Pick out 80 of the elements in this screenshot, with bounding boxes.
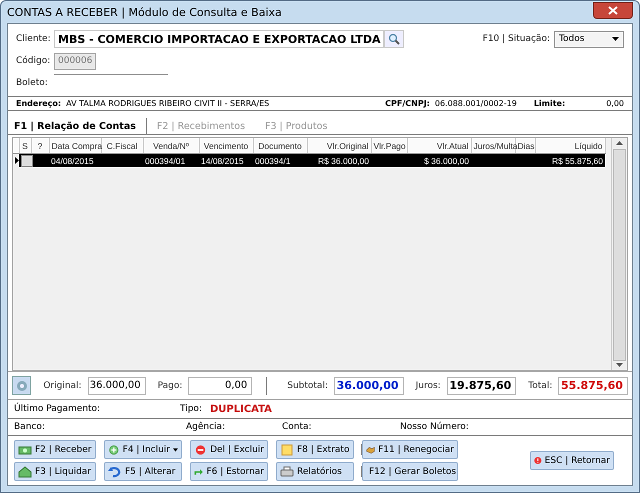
table-cell: 000394/1 xyxy=(255,156,290,166)
plus-icon xyxy=(108,444,120,456)
table-cell: 14/08/2015 xyxy=(201,156,244,166)
disc-icon xyxy=(16,380,28,392)
column-header[interactable]: Vlr.Original xyxy=(307,138,371,154)
close-icon xyxy=(608,6,618,14)
client-label: Cliente: xyxy=(16,34,52,44)
printer-icon xyxy=(280,466,294,478)
tab[interactable]: F1 | Relação de Contas xyxy=(12,118,147,134)
column-header[interactable]: Data Compra xyxy=(49,138,101,154)
last-payment-label: Último Pagamento: xyxy=(14,404,102,414)
column-header[interactable]: ? xyxy=(31,138,49,154)
table-cell: R$ 55.875,60 xyxy=(552,156,603,166)
boleto-label: Boleto: xyxy=(16,78,49,88)
column-header[interactable]: Venda/Nº xyxy=(143,138,199,154)
cpf-value: 06.088.001/0002-19 xyxy=(434,99,517,108)
caret-icon xyxy=(612,37,619,41)
column-header[interactable]: Vlr.Atual xyxy=(407,138,471,154)
caret-icon[interactable] xyxy=(173,448,178,452)
action-button[interactable]: Relatórios xyxy=(276,462,354,481)
action-button[interactable]: F4 | Incluir xyxy=(104,440,182,459)
client-field[interactable]: MBS - COMERCIO IMPORTACAO E EXPORTACAO LTDA xyxy=(54,30,384,48)
column-header[interactable]: C.Fiscal xyxy=(101,138,143,154)
account-label: Conta: xyxy=(282,422,313,432)
total-label: Total: xyxy=(528,380,552,390)
paid-field[interactable]: 0,00 xyxy=(188,376,252,394)
search-button[interactable] xyxy=(384,30,404,48)
limit-value: 0,00 xyxy=(606,99,624,108)
action-button[interactable]: F8 | Extrato xyxy=(276,440,354,459)
interest-label: Juros: xyxy=(416,380,441,390)
scroll-up-icon[interactable] xyxy=(616,141,623,145)
subtotal-label: Subtotal: xyxy=(287,380,328,390)
address-value: AV TALMA RODRIGUES RIBEIRO CIVIT II - SERRA/ES xyxy=(66,99,270,108)
type-label: Tipo: xyxy=(180,404,202,414)
table-cell: R$ 36.000,00 xyxy=(318,156,369,166)
undo-icon xyxy=(108,466,122,478)
row-checkbox[interactable] xyxy=(21,154,33,166)
scroll-down-icon[interactable] xyxy=(616,363,623,367)
row-pointer-icon xyxy=(15,156,19,164)
minus-icon xyxy=(194,444,208,456)
column-header[interactable]: Documento xyxy=(253,138,307,154)
column-header[interactable]: Vlr.Pago xyxy=(371,138,407,154)
action-button[interactable]: Del | Excluir xyxy=(190,440,268,459)
window-title: CONTAS A RECEBER | Módulo de Consulta e Baixa xyxy=(7,6,283,18)
table-cell: 04/08/2015 xyxy=(51,156,94,166)
column-header[interactable]: Vencimento xyxy=(199,138,253,154)
action-button[interactable]: F5 | Alterar xyxy=(104,462,182,481)
close-button[interactable] xyxy=(593,2,633,18)
table-cell: 000394/01 xyxy=(145,156,186,166)
status-dropdown[interactable]: Todos xyxy=(554,30,624,48)
bank-label: Banco: xyxy=(14,422,46,432)
action-button[interactable]: F6 | Estornar xyxy=(190,462,268,481)
status-label: F10 | Situação: xyxy=(482,34,550,44)
our-number-label: Nosso Número: xyxy=(400,422,469,432)
original-label: Original: xyxy=(43,380,82,390)
type-value: DUPLICATA xyxy=(210,404,272,414)
code-field[interactable]: 000006 xyxy=(54,52,96,70)
action-button[interactable]: F2 | Receber xyxy=(14,440,96,459)
code-label: Código: xyxy=(16,56,52,66)
column-header[interactable]: Juros/Multa xyxy=(471,138,515,154)
action-button[interactable]: F12 | Gerar Boletos xyxy=(362,462,458,481)
cpf-label: CPF/CNPJ: xyxy=(385,99,430,108)
action-button[interactable]: F11 | Renegociar xyxy=(362,440,458,459)
limit-label: Limite: xyxy=(534,99,566,108)
scrollbar[interactable] xyxy=(611,138,627,370)
alert-icon xyxy=(534,454,542,467)
total-field: 55.875,60 xyxy=(558,376,628,394)
table-cell: $ 36.000,00 xyxy=(424,156,469,166)
exit-button[interactable]: ESC | Retornar xyxy=(530,451,614,470)
action-button[interactable]: F3 | Liquidar xyxy=(14,462,96,481)
original-field[interactable]: 36.000,00 xyxy=(88,376,146,394)
table-row[interactable]: 04/08/2015 000394/01 14/08/2015 000394/1 R$ 36.000,00 $ 36.000,00 R$ 55.875,60 xyxy=(13,154,605,167)
subtotal-field: 36.000,00 xyxy=(334,376,404,394)
money-icon xyxy=(18,444,32,456)
column-header[interactable]: S xyxy=(19,138,31,154)
column-header[interactable]: Líquido xyxy=(535,138,605,154)
interest-field: 19.875,60 xyxy=(446,376,516,394)
paid-label: Pago: xyxy=(158,380,182,390)
agency-label: Agência: xyxy=(186,422,226,432)
address-label: Endereço: xyxy=(16,99,62,108)
